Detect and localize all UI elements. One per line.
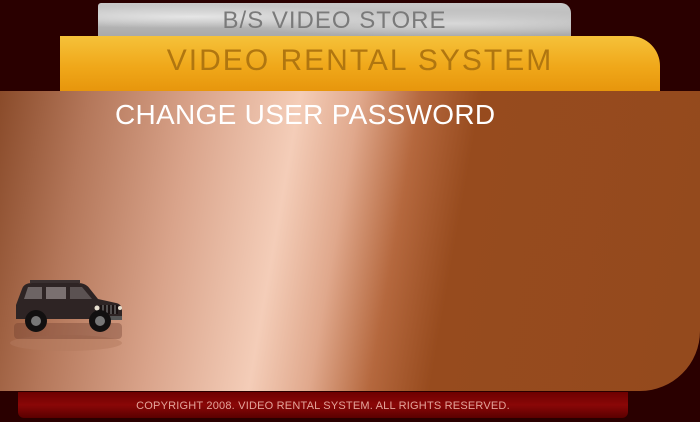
page-heading: CHANGE USER PASSWORD (115, 99, 496, 130)
main-panel: CHANGE USER PASSWORD (0, 91, 700, 391)
store-title: B/S VIDEO STORE (222, 7, 447, 34)
system-banner: VIDEO RENTAL SYSTEM (60, 36, 660, 91)
footer-bar: COPYRIGHT 2008. VIDEO RENTAL SYSTEM. ALL… (18, 392, 628, 418)
copyright-text: COPYRIGHT 2008. VIDEO RENTAL SYSTEM. ALL… (136, 400, 510, 412)
store-banner: B/S VIDEO STORE (98, 3, 571, 37)
suv-vehicle-image (8, 261, 128, 361)
system-title: VIDEO RENTAL SYSTEM (166, 44, 554, 77)
